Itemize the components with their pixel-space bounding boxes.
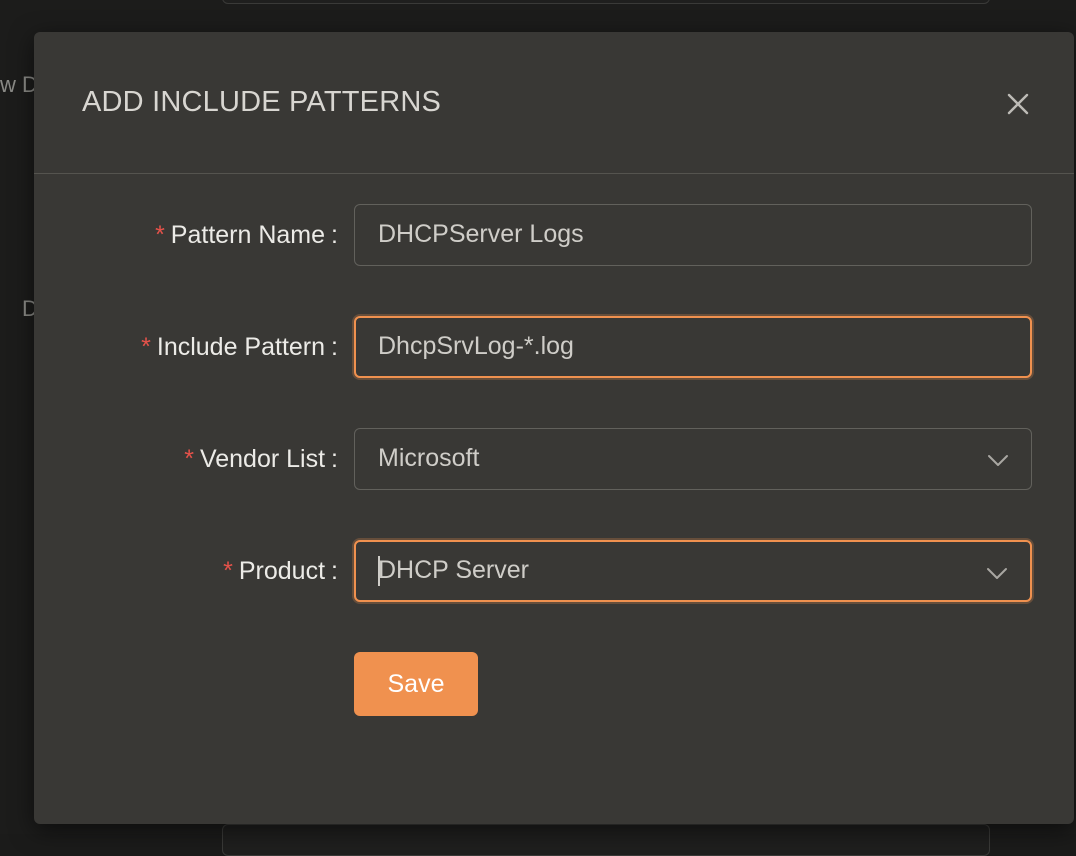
include-pattern-label: * Include Pattern: xyxy=(141,333,338,362)
vendor-list-selected-value: Microsoft xyxy=(378,444,480,472)
label-colon: : xyxy=(331,557,338,585)
required-mark: * xyxy=(223,557,233,585)
pattern-name-input[interactable]: DHCPServer Logs xyxy=(354,204,1032,266)
background-field xyxy=(222,824,990,856)
label-colon: : xyxy=(331,221,338,249)
product-selected-value: DHCP Server xyxy=(378,556,529,584)
product-select[interactable]: DHCP Server xyxy=(354,540,1032,602)
vendor-list-label: * Vendor List: xyxy=(184,445,338,474)
include-pattern-label-text: Include Pattern xyxy=(156,333,326,361)
include-pattern-value: DhcpSrvLog-*.log xyxy=(378,332,574,360)
pattern-name-label: * Pattern Name: xyxy=(155,221,338,250)
add-include-patterns-modal: ADD INCLUDE PATTERNS * Pattern Name: DHCP… xyxy=(34,32,1074,824)
required-mark: * xyxy=(184,445,194,473)
vendor-list-label-text: Vendor List xyxy=(199,445,326,473)
chevron-down-icon xyxy=(987,568,1007,579)
vendor-list-row: * Vendor List: Microsoft xyxy=(34,428,1074,492)
pattern-name-row: * Pattern Name: DHCPServer Logs xyxy=(34,204,1074,268)
pattern-name-value: DHCPServer Logs xyxy=(378,220,584,248)
save-button[interactable]: Save xyxy=(354,652,478,716)
product-label-text: Product xyxy=(238,557,326,585)
include-pattern-row: * Include Pattern: DhcpSrvLog-*.log xyxy=(34,316,1074,380)
product-row: * Product: DHCP Server xyxy=(34,540,1074,604)
label-colon: : xyxy=(331,333,338,361)
chevron-down-icon xyxy=(988,455,1008,466)
modal-header: ADD INCLUDE PATTERNS xyxy=(34,32,1074,174)
required-mark: * xyxy=(141,333,151,361)
pattern-name-label-text: Pattern Name xyxy=(170,221,326,249)
label-colon: : xyxy=(331,445,338,473)
product-label: * Product: xyxy=(223,557,338,586)
include-pattern-input[interactable]: DhcpSrvLog-*.log xyxy=(354,316,1032,378)
vendor-list-select[interactable]: Microsoft xyxy=(354,428,1032,490)
close-button[interactable] xyxy=(1002,88,1034,120)
background-field xyxy=(222,0,990,4)
required-mark: * xyxy=(155,221,165,249)
background-text: w D xyxy=(0,72,38,97)
close-icon xyxy=(1007,93,1029,115)
modal-title: ADD INCLUDE PATTERNS xyxy=(82,86,442,118)
